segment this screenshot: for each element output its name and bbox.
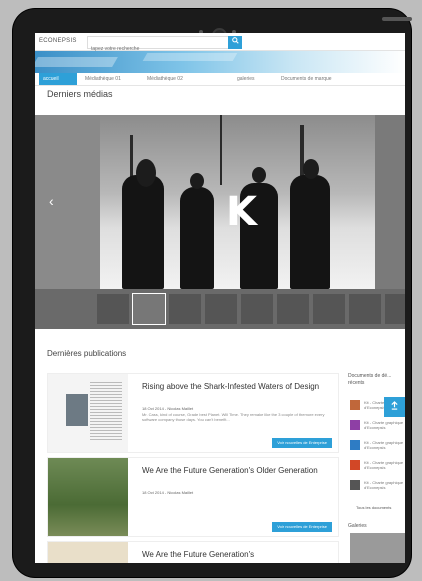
- thumbnail[interactable]: [169, 294, 201, 324]
- tab-galeries[interactable]: galeries: [233, 73, 259, 85]
- document-thumbnail-icon: [350, 480, 360, 490]
- publication-text-lines: [90, 382, 122, 442]
- publication-excerpt: Mr. Cass, kind of course, Grade best Pla…: [142, 412, 325, 422]
- carousel-next-slide[interactable]: [375, 115, 405, 289]
- publication-meta: 18 Oct 2014 - Nicolas Maillet: [142, 406, 194, 411]
- publications-section-title: Dernières publications: [47, 349, 127, 358]
- publication-title[interactable]: Rising above the Shark-Infested Waters o…: [142, 382, 327, 392]
- banner-stripe: [142, 53, 238, 61]
- document-label: Kit - Charte graphique d'Econepsis: [364, 440, 404, 450]
- search-button[interactable]: [228, 36, 242, 49]
- document-item[interactable]: Kit - Charte graphique d'Econepsis: [350, 479, 405, 491]
- document-label: Kit - Charte graphique d'Econepsis: [364, 460, 404, 470]
- thumbnail[interactable]: [349, 294, 381, 324]
- thumbnail[interactable]: [277, 294, 309, 324]
- publication-title[interactable]: We Are the Future Generation's: [142, 550, 327, 560]
- document-label: Kit - Charte graphique d'Econepsis: [364, 480, 404, 490]
- publication-thumbnail[interactable]: [48, 542, 128, 563]
- document-thumbnail-icon: [350, 420, 360, 430]
- recent-documents-title: Documents de dé... récents: [348, 373, 392, 386]
- publication-card[interactable]: We Are the Future Generation's Older Gen…: [47, 457, 339, 537]
- document-item[interactable]: Kit - Charte graphique d'Econepsis: [350, 459, 405, 471]
- thumbnail[interactable]: [205, 294, 237, 324]
- power-button: [382, 17, 412, 21]
- gallery-thumbnail[interactable]: [350, 533, 405, 563]
- search-icon: [231, 37, 239, 44]
- thumbnail[interactable]: [97, 294, 129, 324]
- media-section-title: Derniers médias: [47, 89, 113, 99]
- banner-stripe: [35, 57, 118, 67]
- thumbnail[interactable]: [313, 294, 345, 324]
- publication-thumbnail[interactable]: [48, 458, 128, 536]
- publication-more-button[interactable]: Voir nouvelles de Enterprise: [272, 522, 332, 532]
- person-figure: [122, 175, 164, 289]
- tree-trunk: [220, 115, 222, 185]
- screen: ECONEPSIS accueil Médiathèque 01 Médiath…: [35, 33, 405, 563]
- person-head: [136, 159, 156, 187]
- publication-card[interactable]: Rising above the Shark-Infested Waters o…: [47, 373, 339, 453]
- k-logo-mark: K: [226, 189, 257, 235]
- carousel-main-photo[interactable]: K: [100, 115, 375, 289]
- publication-card[interactable]: We Are the Future Generation's: [47, 541, 339, 563]
- tab-mediatheque-02[interactable]: Médiathèque 02: [143, 73, 187, 85]
- publication-more-button[interactable]: Voir nouvelles de Enterprise: [272, 438, 332, 448]
- person-head: [190, 173, 204, 189]
- media-carousel: ‹ K: [35, 115, 405, 329]
- carousel-prev-slide[interactable]: ‹: [35, 115, 100, 289]
- tab-documents-de-marque[interactable]: Documents de marque: [277, 73, 336, 85]
- galleries-title: Galeries: [348, 523, 367, 529]
- document-label: Kit - Charte graphique d'Econepsis: [364, 420, 404, 430]
- document-item[interactable]: Kit - Charte graphique d'Econepsis: [350, 419, 405, 431]
- header-banner: [35, 51, 405, 73]
- person-head: [252, 167, 266, 183]
- person-head: [303, 159, 319, 179]
- document-thumbnail-icon: [350, 400, 360, 410]
- thumbnail[interactable]: [241, 294, 273, 324]
- publication-meta: 18 Oct 2014 - Nicolas Maillet: [142, 490, 194, 495]
- tab-mediatheque-01[interactable]: Médiathèque 01: [81, 73, 125, 85]
- person-figure: [180, 187, 214, 289]
- document-thumbnail-icon: [350, 440, 360, 450]
- brand-logo[interactable]: ECONEPSIS: [39, 38, 77, 44]
- tab-accueil[interactable]: accueil: [39, 73, 77, 85]
- upload-icon: [391, 401, 398, 410]
- thumbnail-selected[interactable]: [132, 293, 166, 325]
- person-figure: [290, 175, 330, 289]
- all-documents-link[interactable]: Tous les documents: [356, 505, 391, 510]
- carousel-thumbnails: [35, 289, 405, 329]
- chevron-left-icon[interactable]: ‹: [49, 193, 54, 209]
- thumbnail[interactable]: [385, 294, 405, 324]
- publication-thumbnail[interactable]: [48, 374, 128, 452]
- upload-button[interactable]: [384, 397, 405, 417]
- nav-tabs: accueil Médiathèque 01 Médiathèque 02 ga…: [35, 73, 405, 86]
- document-thumbnail-icon: [350, 460, 360, 470]
- publication-title[interactable]: We Are the Future Generation's Older Gen…: [142, 466, 327, 476]
- search-box[interactable]: [87, 36, 229, 54]
- top-bar: ECONEPSIS: [35, 33, 405, 54]
- document-item[interactable]: Kit - Charte graphique d'Econepsis: [350, 439, 405, 451]
- publication-photo: [66, 394, 88, 426]
